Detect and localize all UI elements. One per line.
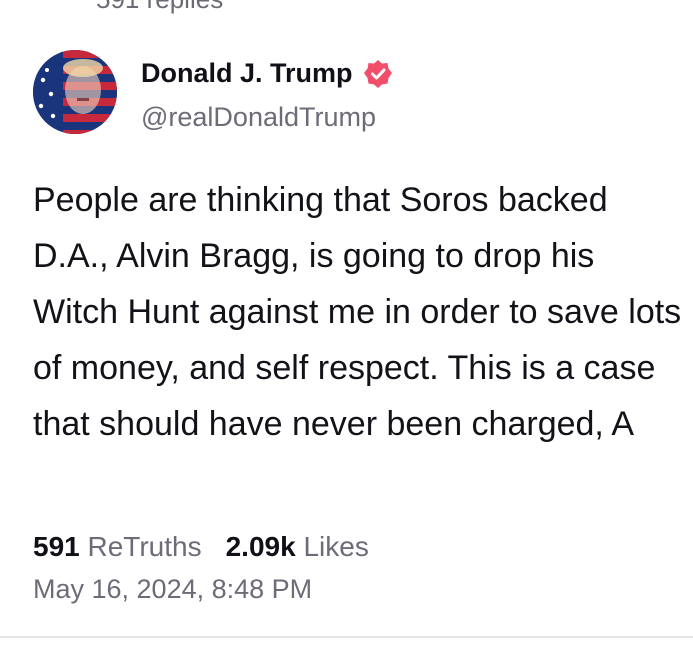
likes-stat[interactable]: 2.09k Likes — [226, 531, 369, 563]
author-name[interactable]: Donald J. Trump — [141, 58, 353, 89]
post-timestamp: May 16, 2024, 8:48 PM — [33, 574, 313, 604]
retruths-stat[interactable]: 591 ReTruths — [33, 531, 202, 563]
divider — [0, 636, 693, 638]
avatar-image — [33, 50, 117, 134]
replies-count-cut: 591 replies — [96, 0, 223, 15]
likes-count: 2.09k — [225, 531, 296, 562]
retruths-label: ReTruths — [87, 531, 202, 562]
likes-label: Likes — [303, 531, 369, 562]
post-stats: 591 ReTruths 2.09k Likes — [33, 531, 369, 563]
post-body-text: People are thinking that Soros backed D.… — [33, 181, 682, 443]
author-row: Donald J. Trump — [141, 58, 393, 89]
retruths-count: 591 — [33, 531, 80, 562]
post-header: Donald J. Trump @realDonaldTrump — [33, 50, 673, 136]
verified-badge-icon — [363, 59, 393, 89]
avatar[interactable] — [33, 50, 117, 134]
author-handle[interactable]: @realDonaldTrump — [141, 102, 376, 133]
